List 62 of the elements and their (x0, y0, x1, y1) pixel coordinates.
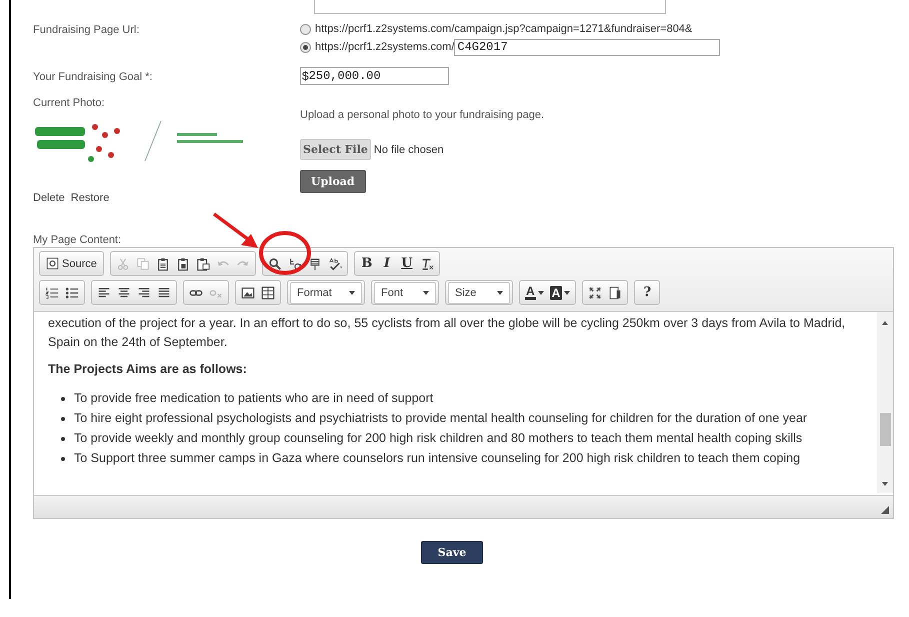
list-item: To provide free medication to patients who are in need of support (61, 389, 865, 408)
list-item: To provide weekly and monthly group counseling for 200 high risk children and 80 mothers to teach them mental health coping skills (61, 429, 865, 448)
list-item: To Support three summer camps in Gaza where counselors run intensive counseling for 200 high risk children to teach them coping (61, 449, 865, 468)
scissors-icon (116, 256, 130, 270)
flag-icon (308, 256, 322, 270)
radio-button[interactable] (300, 42, 311, 52)
save-button[interactable]: Save (421, 541, 483, 564)
heading: The Projects Aims are as follows: (48, 361, 248, 378)
radio-button[interactable] (300, 24, 311, 34)
file-status: No file chosen (374, 144, 444, 156)
replace-icon (288, 256, 302, 270)
url-text: https://pcrf1.z2systems.com/ (315, 41, 454, 53)
clipboard-icon (156, 256, 170, 270)
color-button[interactable]: A (522, 282, 547, 302)
field-label: Your Fundraising Goal *: (33, 70, 154, 85)
photo-link[interactable]: Delete (33, 192, 65, 204)
maximize-icon (588, 286, 602, 300)
dropdown[interactable]: Size (448, 282, 510, 304)
format-button[interactable]: B (356, 256, 377, 271)
bullet-list-icon (65, 286, 79, 300)
field-label: My Page Content: (33, 234, 122, 246)
format-button[interactable]: U (396, 256, 417, 271)
numbered-list-icon (45, 286, 59, 300)
resize-handle-icon[interactable] (881, 506, 889, 514)
color-button[interactable]: A (546, 282, 574, 302)
list-item: To hire eight professional psychologists and psychiatrists to provide mental health counseling for children for the duration of one year (61, 409, 865, 428)
align-left-icon (97, 286, 111, 300)
photo-link[interactable]: Restore (70, 192, 110, 204)
format-button[interactable]: ? (637, 285, 658, 300)
paragraph: execution of the project for a year. In an effort to do so, 55 cyclists from all over the globe will be cycling 250km over 3 days from Avila to Madrid, Spain on the 24th of September. (48, 315, 846, 351)
url-field[interactable]: C4G2017 (454, 38, 720, 56)
align-right-icon (137, 286, 151, 300)
search-icon (268, 256, 282, 270)
text-field[interactable] (314, 0, 666, 14)
image-icon (241, 286, 255, 300)
source-button[interactable]: Source (42, 255, 101, 272)
clipboard-icon (196, 256, 210, 270)
caret-icon (497, 290, 503, 294)
caret-icon (564, 290, 570, 294)
format-button[interactable]: I (376, 256, 397, 271)
align-center-icon (117, 286, 131, 300)
upload-hint: Upload a personal photo to your fundraising page. (300, 109, 544, 121)
preview-icon (608, 286, 622, 300)
upload-button[interactable]: Upload (300, 170, 366, 193)
document-icon (46, 257, 59, 270)
field-label: Fundraising Page Url: (33, 23, 140, 38)
justify-icon (157, 286, 171, 300)
spellcheck-icon (328, 256, 342, 270)
caret-icon (538, 290, 544, 294)
caret-icon (423, 290, 429, 294)
annotation-circle (258, 230, 312, 276)
caret-icon (349, 290, 355, 294)
field-label: Current Photo: (33, 97, 106, 109)
dropdown[interactable]: Font (374, 282, 436, 304)
goal-field[interactable]: $250,000.00 (300, 67, 449, 85)
dropdown[interactable]: Format (290, 282, 362, 304)
clipboard-icon (176, 256, 190, 270)
copy-icon (136, 256, 150, 270)
select-file-button[interactable]: Select File (300, 139, 371, 160)
table-icon (261, 286, 275, 300)
clear-format-icon (420, 256, 434, 270)
url-text: https://pcrf1.z2systems.com/campaign.jsp?campaign=1271&fundraiser=804& (315, 23, 692, 35)
